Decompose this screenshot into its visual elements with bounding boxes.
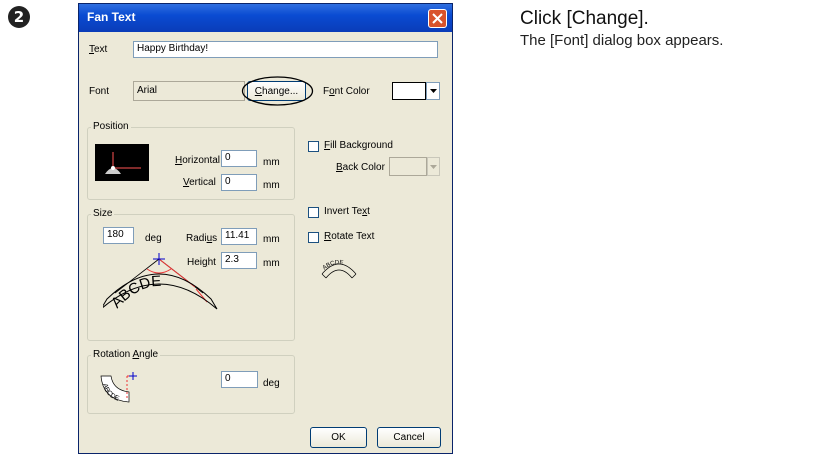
radius-unit: mm xyxy=(263,234,280,245)
horizontal-label: Horizontal xyxy=(175,155,221,166)
dialog-titlebar: Fan Text xyxy=(79,4,452,32)
font-color-swatch[interactable] xyxy=(392,82,426,100)
radius-label: Radius xyxy=(186,233,218,244)
rotation-angle-input[interactable]: 0 xyxy=(221,371,258,388)
ok-button[interactable]: OK xyxy=(310,427,367,448)
vertical-label: Vertical xyxy=(183,177,216,188)
size-fan-illustration: ABCDE xyxy=(103,253,218,312)
fill-background-label: Fill Background xyxy=(324,140,393,151)
fan-text-dialog: Fan Text Text Happy Birthday! Font Arial… xyxy=(78,3,453,454)
size-group-label: Size xyxy=(91,208,115,219)
rotate-text-preview: ABCDE xyxy=(321,260,357,279)
rotate-text-label: Rotate Text xyxy=(324,231,375,242)
instruction-description: The [Font] dialog box appears. xyxy=(520,32,724,49)
font-value-field: Arial xyxy=(133,81,245,101)
back-color-dropdown xyxy=(427,157,440,176)
vertical-input[interactable]: 0 xyxy=(221,174,257,191)
text-label: Text xyxy=(89,44,108,55)
invert-text-checkbox[interactable] xyxy=(308,207,319,218)
instruction-title: Click [Change]. xyxy=(520,8,649,29)
chevron-down-icon xyxy=(429,89,437,93)
cancel-button[interactable]: Cancel xyxy=(377,427,441,448)
radius-input[interactable]: 11.41 xyxy=(221,228,257,245)
position-group-label: Position xyxy=(91,121,131,132)
height-input[interactable]: 2.3 xyxy=(221,252,257,269)
svg-text:ABCDE: ABCDE xyxy=(322,260,344,272)
rotation-angle-unit: deg xyxy=(263,378,280,389)
font-label: Font xyxy=(89,86,110,97)
font-color-dropdown[interactable] xyxy=(426,82,440,100)
step-number-badge: 2 xyxy=(8,6,30,28)
chevron-down-icon xyxy=(430,164,437,169)
back-color-label: Back Color xyxy=(336,162,385,173)
close-button[interactable] xyxy=(428,9,447,28)
vertical-unit: mm xyxy=(263,180,280,191)
back-color-swatch xyxy=(389,157,427,176)
dialog-title: Fan Text xyxy=(87,10,136,24)
fill-background-checkbox[interactable] xyxy=(308,141,319,152)
position-illustration xyxy=(95,144,149,181)
font-color-label: Font Color xyxy=(323,86,370,97)
horizontal-unit: mm xyxy=(263,157,280,168)
horizontal-input[interactable]: 0 xyxy=(221,150,257,167)
rotation-angle-illustration: ABCDE xyxy=(100,372,139,403)
rotation-angle-group-label: Rotation Angle xyxy=(91,349,161,360)
close-icon xyxy=(432,13,443,24)
invert-text-label: Invert Text xyxy=(324,206,370,217)
text-input[interactable]: Happy Birthday! xyxy=(133,41,438,58)
change-highlight-ellipse xyxy=(241,76,314,106)
angle-unit: deg xyxy=(145,233,162,244)
rotate-text-checkbox[interactable] xyxy=(308,232,319,243)
height-unit: mm xyxy=(263,258,280,269)
angle-input[interactable]: 180 xyxy=(103,227,134,244)
